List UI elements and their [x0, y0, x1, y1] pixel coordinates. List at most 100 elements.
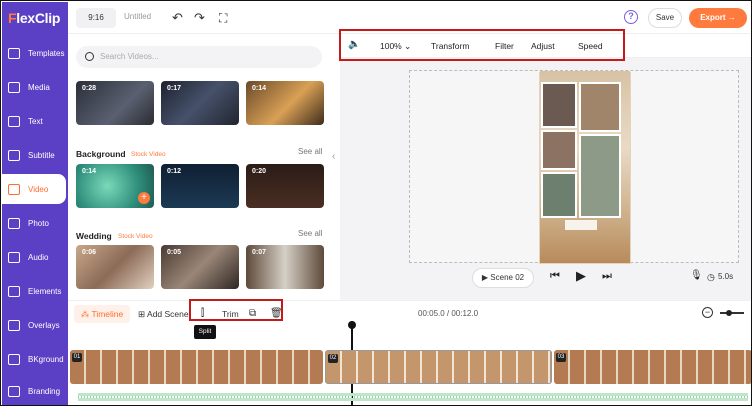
- redo-icon[interactable]: ↷: [194, 10, 205, 26]
- aspect-ratio-button[interactable]: 9:16: [76, 8, 116, 28]
- timeline-clip[interactable]: 01: [70, 350, 323, 384]
- zoom-out-icon[interactable]: −: [702, 307, 713, 318]
- thumbnail-duration: 0:05: [167, 249, 182, 256]
- clip-number: 02: [328, 354, 338, 363]
- thumbnail-duration: 0:28: [82, 85, 97, 92]
- app-logo: FlexClip: [8, 10, 61, 26]
- timeline-clip[interactable]: 03: [554, 350, 751, 384]
- timeline-clip-selected[interactable]: 02: [325, 350, 552, 384]
- app-window: FlexClip Templates Media Text Subtitle V…: [0, 0, 752, 406]
- timeline-icon: ⁂: [80, 309, 90, 319]
- add-scene-label: Add Scene: [147, 309, 189, 319]
- scene-label: Scene 02: [490, 273, 525, 282]
- templates-icon: [8, 47, 20, 59]
- add-scene-button[interactable]: ⊞ Add Scene: [138, 305, 189, 323]
- sidebar-item-elements[interactable]: Elements: [2, 276, 66, 306]
- tab-label: Timeline: [91, 309, 124, 319]
- sidebar-item-label: Subtitle: [28, 150, 55, 160]
- thumbnail-duration: 0:17: [167, 85, 182, 92]
- split-tooltip: Split: [194, 325, 216, 339]
- background-icon: [8, 353, 20, 365]
- play-icon: ▶: [481, 273, 489, 282]
- audio-waveform[interactable]: [78, 393, 748, 401]
- thumbnail-duration: 0:14: [82, 168, 97, 175]
- undo-icon[interactable]: ↶: [172, 10, 183, 26]
- sidebar-item-label: Branding: [28, 386, 61, 396]
- video-thumbnail[interactable]: 0:20: [246, 164, 324, 208]
- sidebar-item-label: Video: [28, 184, 49, 194]
- save-button[interactable]: Save: [648, 8, 682, 28]
- thumbnail-duration: 0:14: [252, 85, 267, 92]
- slider-handle[interactable]: [726, 309, 732, 316]
- see-all-link[interactable]: See all: [298, 147, 322, 156]
- highlight-box: [189, 299, 283, 321]
- stock-video-tag: Stock Video: [131, 151, 166, 158]
- collage-photo: [579, 82, 621, 132]
- see-all-link[interactable]: See all: [298, 229, 322, 238]
- sidebar-item-label: Photo: [28, 218, 49, 228]
- sidebar-item-photo[interactable]: Photo: [2, 208, 66, 238]
- clock-icon: ◷: [707, 272, 715, 282]
- video-thumbnail[interactable]: 0:14 +: [76, 164, 154, 208]
- sidebar-item-label: Overlays: [28, 320, 60, 330]
- collage-photo: [541, 130, 577, 170]
- fullscreen-icon[interactable]: ⛶: [219, 10, 227, 26]
- export-button[interactable]: Export →: [689, 8, 747, 28]
- video-thumbnail[interactable]: 0:05: [161, 245, 239, 289]
- video-thumbnail[interactable]: 0:12: [161, 164, 239, 208]
- help-icon[interactable]: ?: [624, 10, 638, 24]
- video-thumbnail[interactable]: 0:28: [76, 81, 154, 125]
- sidebar-item-label: Elements: [28, 286, 62, 296]
- photo-icon: [8, 217, 20, 229]
- player-controls: ▶ Scene 02 ⏮ ▶ ⏭ 🎙 ◷ 5.0s: [340, 264, 751, 296]
- video-thumbnail[interactable]: 0:17: [161, 81, 239, 125]
- sidebar-item-video[interactable]: Video: [2, 174, 66, 204]
- sidebar-item-label: Templates: [28, 48, 65, 58]
- scene-selector[interactable]: ▶ Scene 02: [472, 268, 534, 288]
- video-thumbnail[interactable]: 0:07: [246, 245, 324, 289]
- sidebar-item-label: Media: [28, 82, 50, 92]
- project-title[interactable]: Untitled: [124, 12, 151, 21]
- tab-timeline[interactable]: ⁂ Timeline: [74, 305, 130, 323]
- highlight-box: [339, 29, 625, 61]
- collage-photo: [579, 134, 621, 218]
- video-thumbnail[interactable]: 0:06: [76, 245, 154, 289]
- media-icon: [8, 81, 20, 93]
- microphone-icon[interactable]: 🎙: [690, 270, 703, 281]
- audio-icon: [8, 251, 20, 263]
- previous-icon[interactable]: ⏮: [550, 270, 560, 283]
- add-icon[interactable]: +: [138, 192, 150, 204]
- canvas-area: 🔈 100% ⌄ Transform Filter Adjust Speed ▶…: [339, 29, 751, 300]
- sidebar-item-templates[interactable]: Templates: [2, 38, 66, 68]
- video-thumbnail[interactable]: 0:14: [246, 81, 324, 125]
- clip-number: 03: [556, 353, 566, 362]
- sidebar-item-branding[interactable]: Branding: [2, 376, 66, 405]
- sidebar-item-text[interactable]: Text: [2, 106, 66, 136]
- zoom-slider[interactable]: [720, 309, 744, 316]
- video-preview[interactable]: [539, 71, 631, 264]
- thumbnail-duration: 0:07: [252, 249, 267, 256]
- search-icon: [85, 52, 94, 61]
- sidebar-item-overlays[interactable]: Overlays: [2, 310, 66, 340]
- search-input[interactable]: Search Videos...: [76, 46, 322, 68]
- sidebar-item-subtitle[interactable]: Subtitle: [2, 140, 66, 170]
- timeline-panel: ⁂ Timeline ⊞ Add Scene ⫿ Trim ⧉ 🗑 Split …: [68, 299, 751, 405]
- sidebar-item-bkground[interactable]: BKground: [2, 344, 66, 374]
- collapse-panel-icon[interactable]: ‹: [332, 151, 340, 181]
- sidebar-item-media[interactable]: Media: [2, 72, 66, 102]
- media-panel: Search Videos... 0:28 0:17 0:14 Backgrou…: [68, 34, 332, 300]
- add-icon: ⊞: [138, 309, 146, 319]
- sidebar-item-label: Audio: [28, 252, 49, 262]
- branding-icon: [8, 385, 20, 397]
- sidebar-item-audio[interactable]: Audio: [2, 242, 66, 272]
- scene-duration: 5.0s: [718, 272, 734, 281]
- collage-photo: [541, 82, 577, 128]
- next-icon[interactable]: ⏭: [602, 270, 612, 283]
- thumbnail-duration: 0:12: [167, 168, 182, 175]
- thumbnail-duration: 0:20: [252, 168, 267, 175]
- collage-photo: [541, 172, 577, 218]
- stock-video-tag: Stock Video: [118, 233, 153, 240]
- overlays-icon: [8, 319, 20, 331]
- thumbnail-duration: 0:06: [82, 249, 97, 256]
- play-icon[interactable]: ▶: [576, 268, 586, 284]
